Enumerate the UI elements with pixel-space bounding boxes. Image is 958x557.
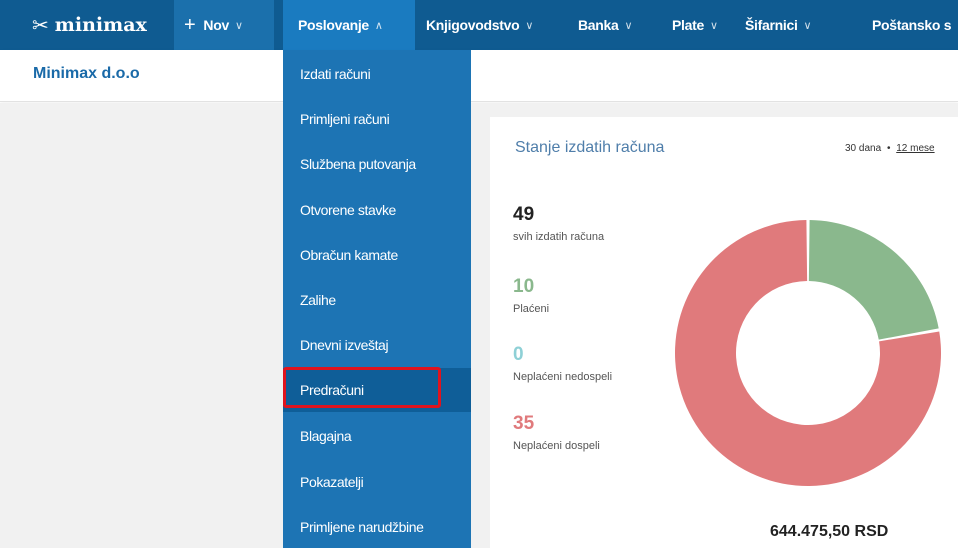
stat-paid-label: Plaćeni: [513, 303, 550, 315]
invoice-total: 644.475,50 RSD: [770, 523, 889, 540]
menu-item-primljeni-racuni[interactable]: Primljeni računi: [283, 97, 471, 141]
menu-item-blagajna[interactable]: Blagajna: [283, 414, 471, 458]
company-bar: [0, 50, 958, 102]
nav-new-label: Nov: [203, 17, 229, 33]
chevron-down-icon: ∨: [234, 19, 243, 32]
chevron-down-icon: ∨: [525, 19, 534, 32]
range-separator: •: [886, 143, 891, 154]
menu-item-obracun-kamate[interactable]: Obračun kamate: [283, 233, 471, 277]
donut-slice-pla-eni[interactable]: [808, 220, 939, 340]
invoice-donut-chart: [675, 220, 941, 486]
stat-unpaid-overdue-label: Neplaćeni dospeli: [513, 440, 600, 452]
nav-sifarnici-label: Šifarnici: [745, 17, 798, 33]
nav-knjigovodstvo[interactable]: Knjigovodstvo ∨: [426, 0, 533, 50]
minimax-logo[interactable]: ✂ minimax: [6, 0, 174, 50]
stat-unpaid-notdue-label: Neplaćeni nedospeli: [513, 371, 613, 383]
nav-banka[interactable]: Banka ∨: [578, 0, 633, 50]
stat-unpaid-notdue-value: 0: [513, 344, 524, 365]
nav-postansko[interactable]: Poštansko s: [872, 0, 951, 50]
nav-postansko-label: Poštansko s: [872, 17, 952, 33]
chevron-down-icon: ∨: [624, 19, 633, 32]
nav-new-button[interactable]: + Nov ∨: [174, 0, 274, 50]
range-selector: 30 dana • 12 mese: [845, 143, 935, 154]
scissors-icon: ✂: [32, 13, 49, 37]
nav-banka-label: Banka: [578, 17, 619, 33]
company-name[interactable]: Minimax d.o.o: [33, 65, 140, 83]
chevron-up-icon: ∧: [374, 19, 383, 32]
menu-item-zalihe[interactable]: Zalihe: [283, 278, 471, 322]
range-12-months[interactable]: 12 mese: [896, 143, 934, 154]
highlight-box: [283, 367, 441, 408]
nav-plate[interactable]: Plate ∨: [672, 0, 718, 50]
menu-item-otvorene-stavke[interactable]: Otvorene stavke: [283, 188, 471, 232]
logo-text: minimax: [54, 14, 147, 36]
nav-poslovanje-label: Poslovanje: [298, 17, 369, 33]
menu-item-izdati-racuni[interactable]: Izdati računi: [283, 52, 471, 96]
menu-item-dnevni-izvestaj[interactable]: Dnevni izveštaj: [283, 323, 471, 367]
stat-paid-value: 10: [513, 276, 535, 297]
chevron-down-icon: ∨: [709, 19, 718, 32]
nav-plate-label: Plate: [672, 17, 704, 33]
nav-sifarnici[interactable]: Šifarnici ∨: [745, 0, 812, 50]
range-30-days[interactable]: 30 dana: [845, 143, 881, 154]
stat-all-value: 49: [513, 204, 535, 225]
chevron-down-icon: ∨: [803, 19, 812, 32]
card-title: Stanje izdatih računa: [515, 139, 665, 156]
stat-all-label: svih izdatih računa: [513, 231, 605, 243]
nav-poslovanje[interactable]: Poslovanje ∧: [283, 0, 415, 50]
stat-unpaid-overdue-value: 35: [513, 413, 535, 434]
menu-item-pokazatelji[interactable]: Pokazatelji: [283, 460, 471, 504]
menu-item-primljene-narudzbine[interactable]: Primljene narudžbine: [283, 505, 471, 549]
plus-icon: +: [184, 13, 196, 36]
menu-item-sluzbena-putovanja[interactable]: Službena putovanja: [283, 142, 471, 186]
nav-knjigovodstvo-label: Knjigovodstvo: [426, 17, 520, 33]
